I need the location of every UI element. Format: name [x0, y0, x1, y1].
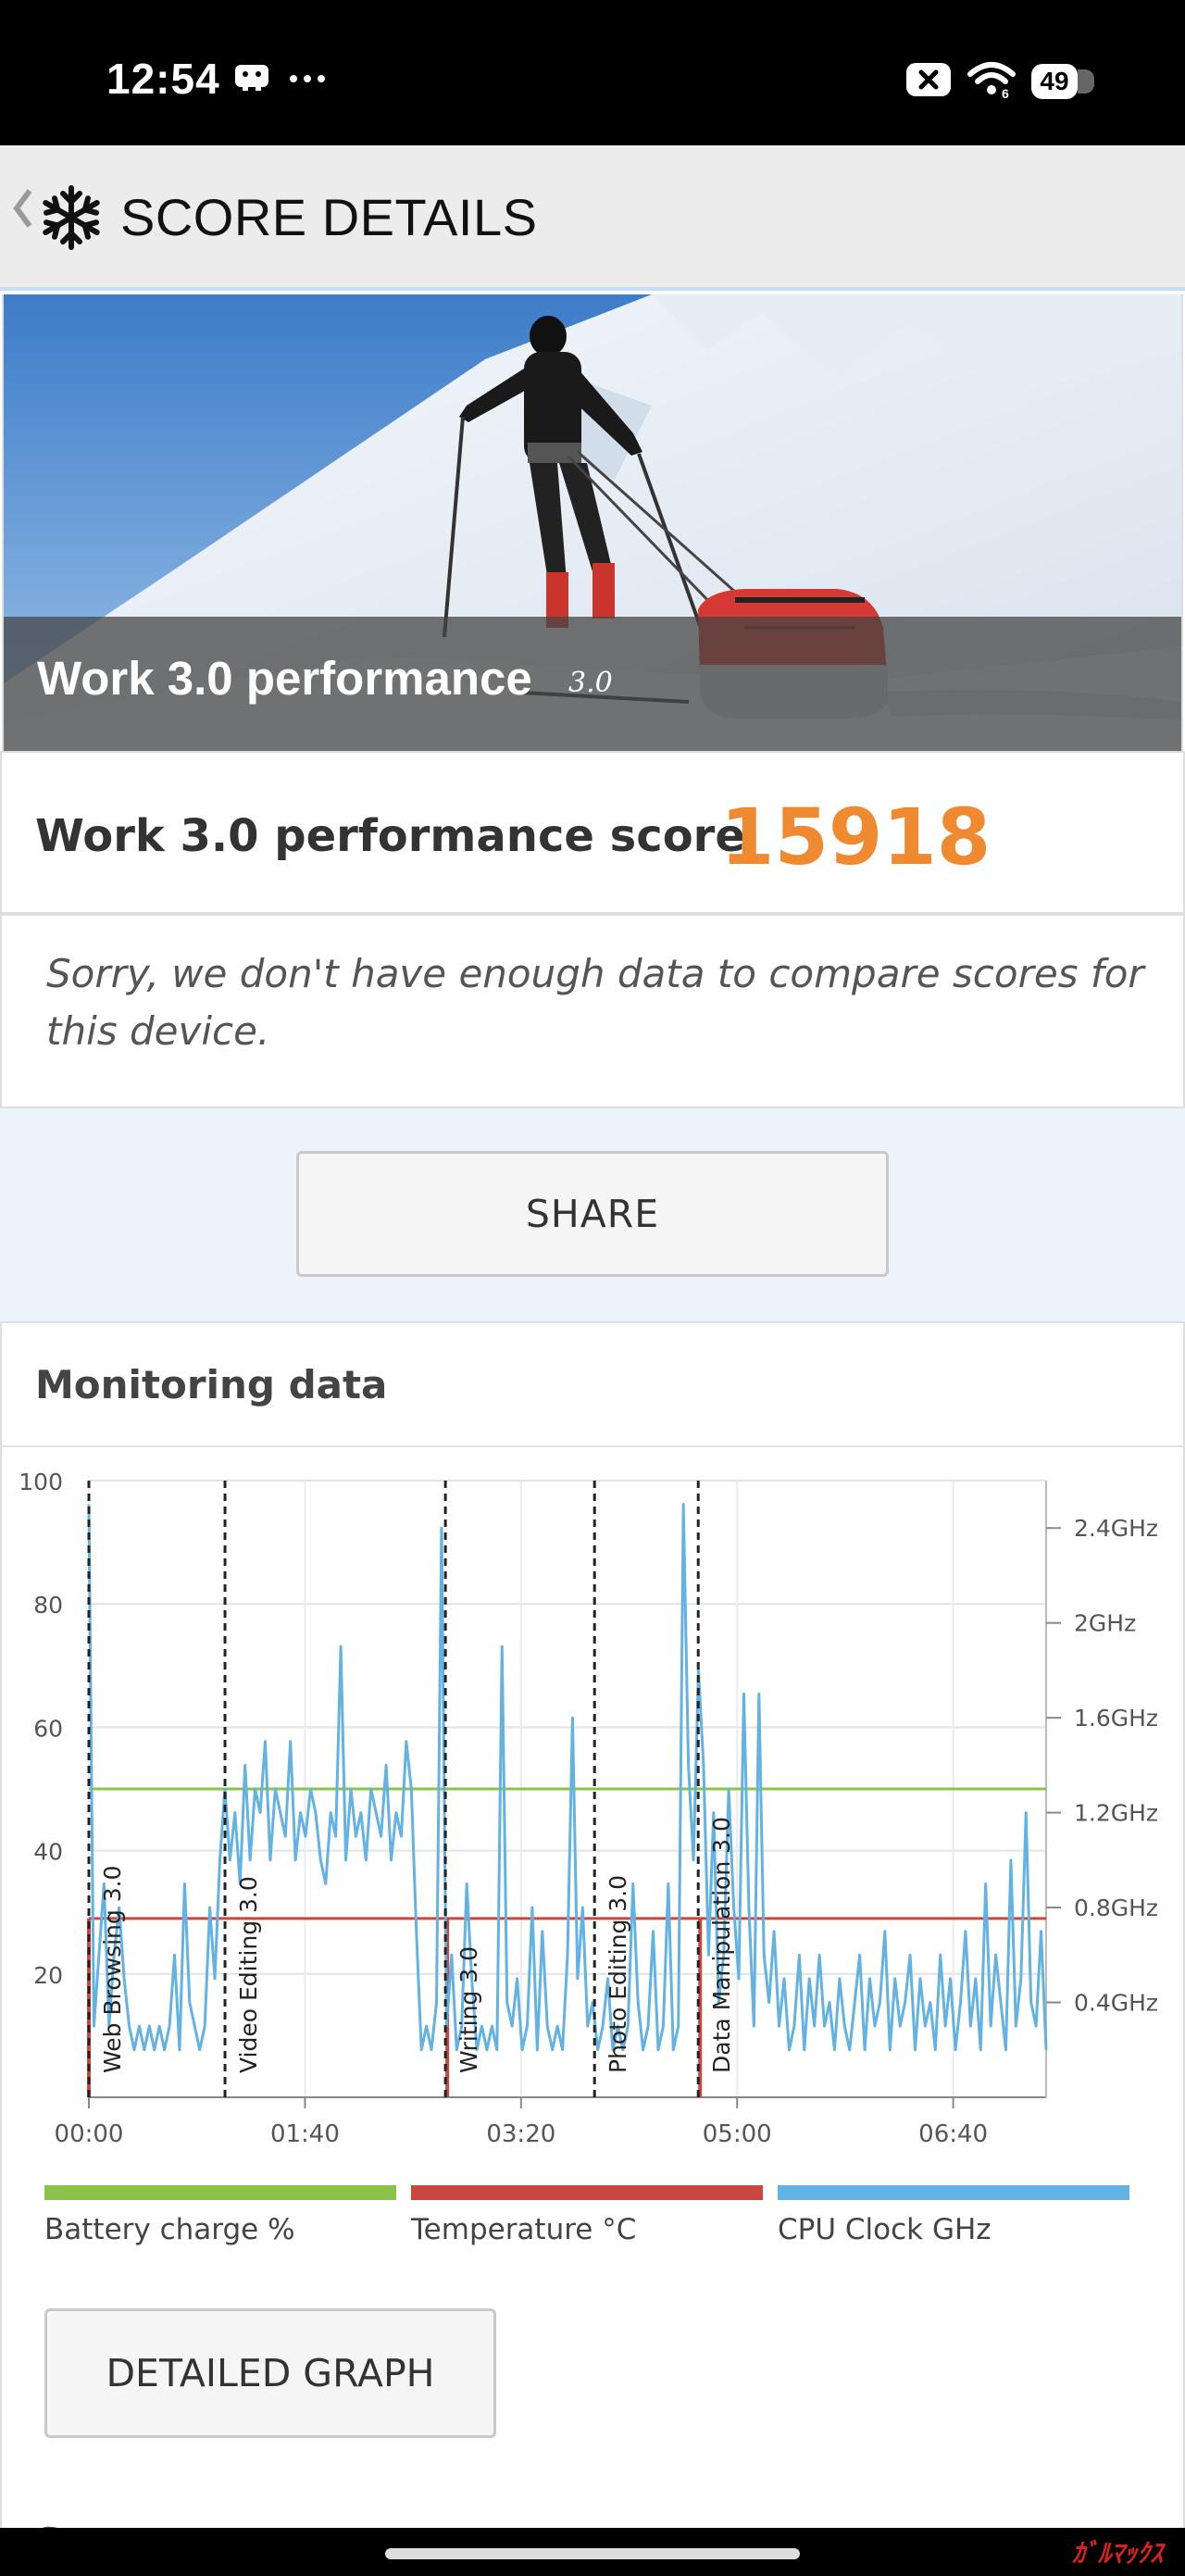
y-left-tick-label: 80: [33, 1592, 63, 1619]
monitoring-title: Monitoring data: [35, 1362, 388, 1407]
legend-item-temperature: Temperature °C: [411, 2185, 763, 2246]
x-tick-label: 01:40: [270, 2120, 340, 2148]
status-bar: 12:54 6 49: [0, 0, 1185, 145]
hero-banner: Work 3.0 performance 3.0: [2, 294, 1183, 751]
phase-marker-label: Data Manipulation 3.0: [708, 1817, 735, 2073]
detailed-graph-button[interactable]: DETAILED GRAPH: [44, 2308, 496, 2438]
close-box-icon: [905, 62, 952, 101]
page-title: SCORE DETAILS: [120, 188, 538, 246]
score-value: 15918: [720, 792, 992, 882]
legend-label-temperature: Temperature °C: [411, 2213, 637, 2246]
phase-marker-label: Writing 3.0: [455, 1946, 482, 2073]
hero-title: Work 3.0 performance: [37, 652, 532, 705]
score-card: Work 3.0 performance score 15918: [0, 751, 1185, 914]
y-right-tick-label: 1.2GHz: [1074, 1800, 1158, 1827]
legend-swatch-battery: [44, 2185, 396, 2200]
status-right-icons: 6 49: [905, 61, 1094, 102]
phase-marker-label: Photo Editing 3.0: [605, 1875, 631, 2073]
share-button[interactable]: SHARE: [296, 1151, 889, 1277]
legend-swatch-temperature: [411, 2185, 763, 2200]
phase-marker-label: Web Browsing 3.0: [99, 1866, 126, 2073]
legend-item-cpu: CPU Clock GHz: [778, 2185, 1129, 2246]
chart-svg: 20 40 60 80 100 00:00 01:40 03:20 05:00 06:40 0.4G…: [19, 1469, 1158, 2148]
y-left-tick-label: 20: [33, 1962, 63, 1989]
watermark: ｶﾞﾙﾏｯｸｽ: [1071, 2538, 1163, 2569]
phase-marker-label: Video Editing 3.0: [235, 1876, 262, 2073]
y-left-tick-label: 100: [19, 1469, 63, 1495]
y-right-tick-label: 0.8GHz: [1074, 1894, 1158, 1921]
compare-card: Sorry, we don't have enough data to comp…: [0, 914, 1185, 1108]
score-label: Work 3.0 performance score: [35, 810, 745, 862]
legend-item-battery: Battery charge %: [44, 2185, 396, 2246]
y-right-tick-label: 1.6GHz: [1074, 1705, 1158, 1732]
y-right-tick-label: 0.4GHz: [1074, 1990, 1158, 2017]
x-tick-label: 00:00: [55, 2120, 124, 2148]
status-left-icons: [233, 61, 326, 96]
y-left-tick-label: 60: [33, 1715, 63, 1742]
compare-message: Sorry, we don't have enough data to comp…: [46, 951, 1144, 1054]
wifi-icon: 6: [967, 61, 1017, 102]
legend-swatch-cpu: [778, 2185, 1129, 2200]
more-dots-icon: [289, 70, 326, 88]
monitoring-header: Monitoring data: [2, 1323, 1183, 1447]
game-controller-icon: [233, 61, 270, 96]
battery-icon: 49: [1031, 64, 1094, 99]
y-right-tick-label: 2.4GHz: [1074, 1515, 1158, 1542]
svg-text:6: 6: [1002, 86, 1009, 98]
share-area: SHARE: [0, 1108, 1185, 1321]
chevron-left-icon[interactable]: [11, 185, 35, 235]
monitoring-chart: 20 40 60 80 100 00:00 01:40 03:20 05:00 06:40 0.4G…: [2, 1447, 1183, 2244]
legend-label-battery: Battery charge %: [44, 2213, 295, 2246]
y-right-tick-label: 2GHz: [1074, 1610, 1136, 1637]
monitoring-card: Monitoring data 20 40 60 80 100 00:00 01:40 03:…: [0, 1321, 1185, 2576]
x-tick-label: 05:00: [703, 2120, 772, 2148]
series-line-cpu: [87, 1503, 1048, 2052]
snowflake-icon: [37, 183, 106, 256]
hero-version: 3.0: [568, 667, 613, 699]
chart-legend: Battery charge % Temperature °C CPU Cloc…: [2, 2185, 1183, 2269]
status-time: 12:54: [106, 55, 220, 103]
x-tick-label: 03:20: [486, 2120, 555, 2148]
y-left-tick-label: 40: [33, 1839, 63, 1866]
legend-label-cpu: CPU Clock GHz: [778, 2213, 992, 2246]
home-indicator[interactable]: [385, 2548, 800, 2559]
x-tick-label: 06:40: [918, 2120, 988, 2148]
